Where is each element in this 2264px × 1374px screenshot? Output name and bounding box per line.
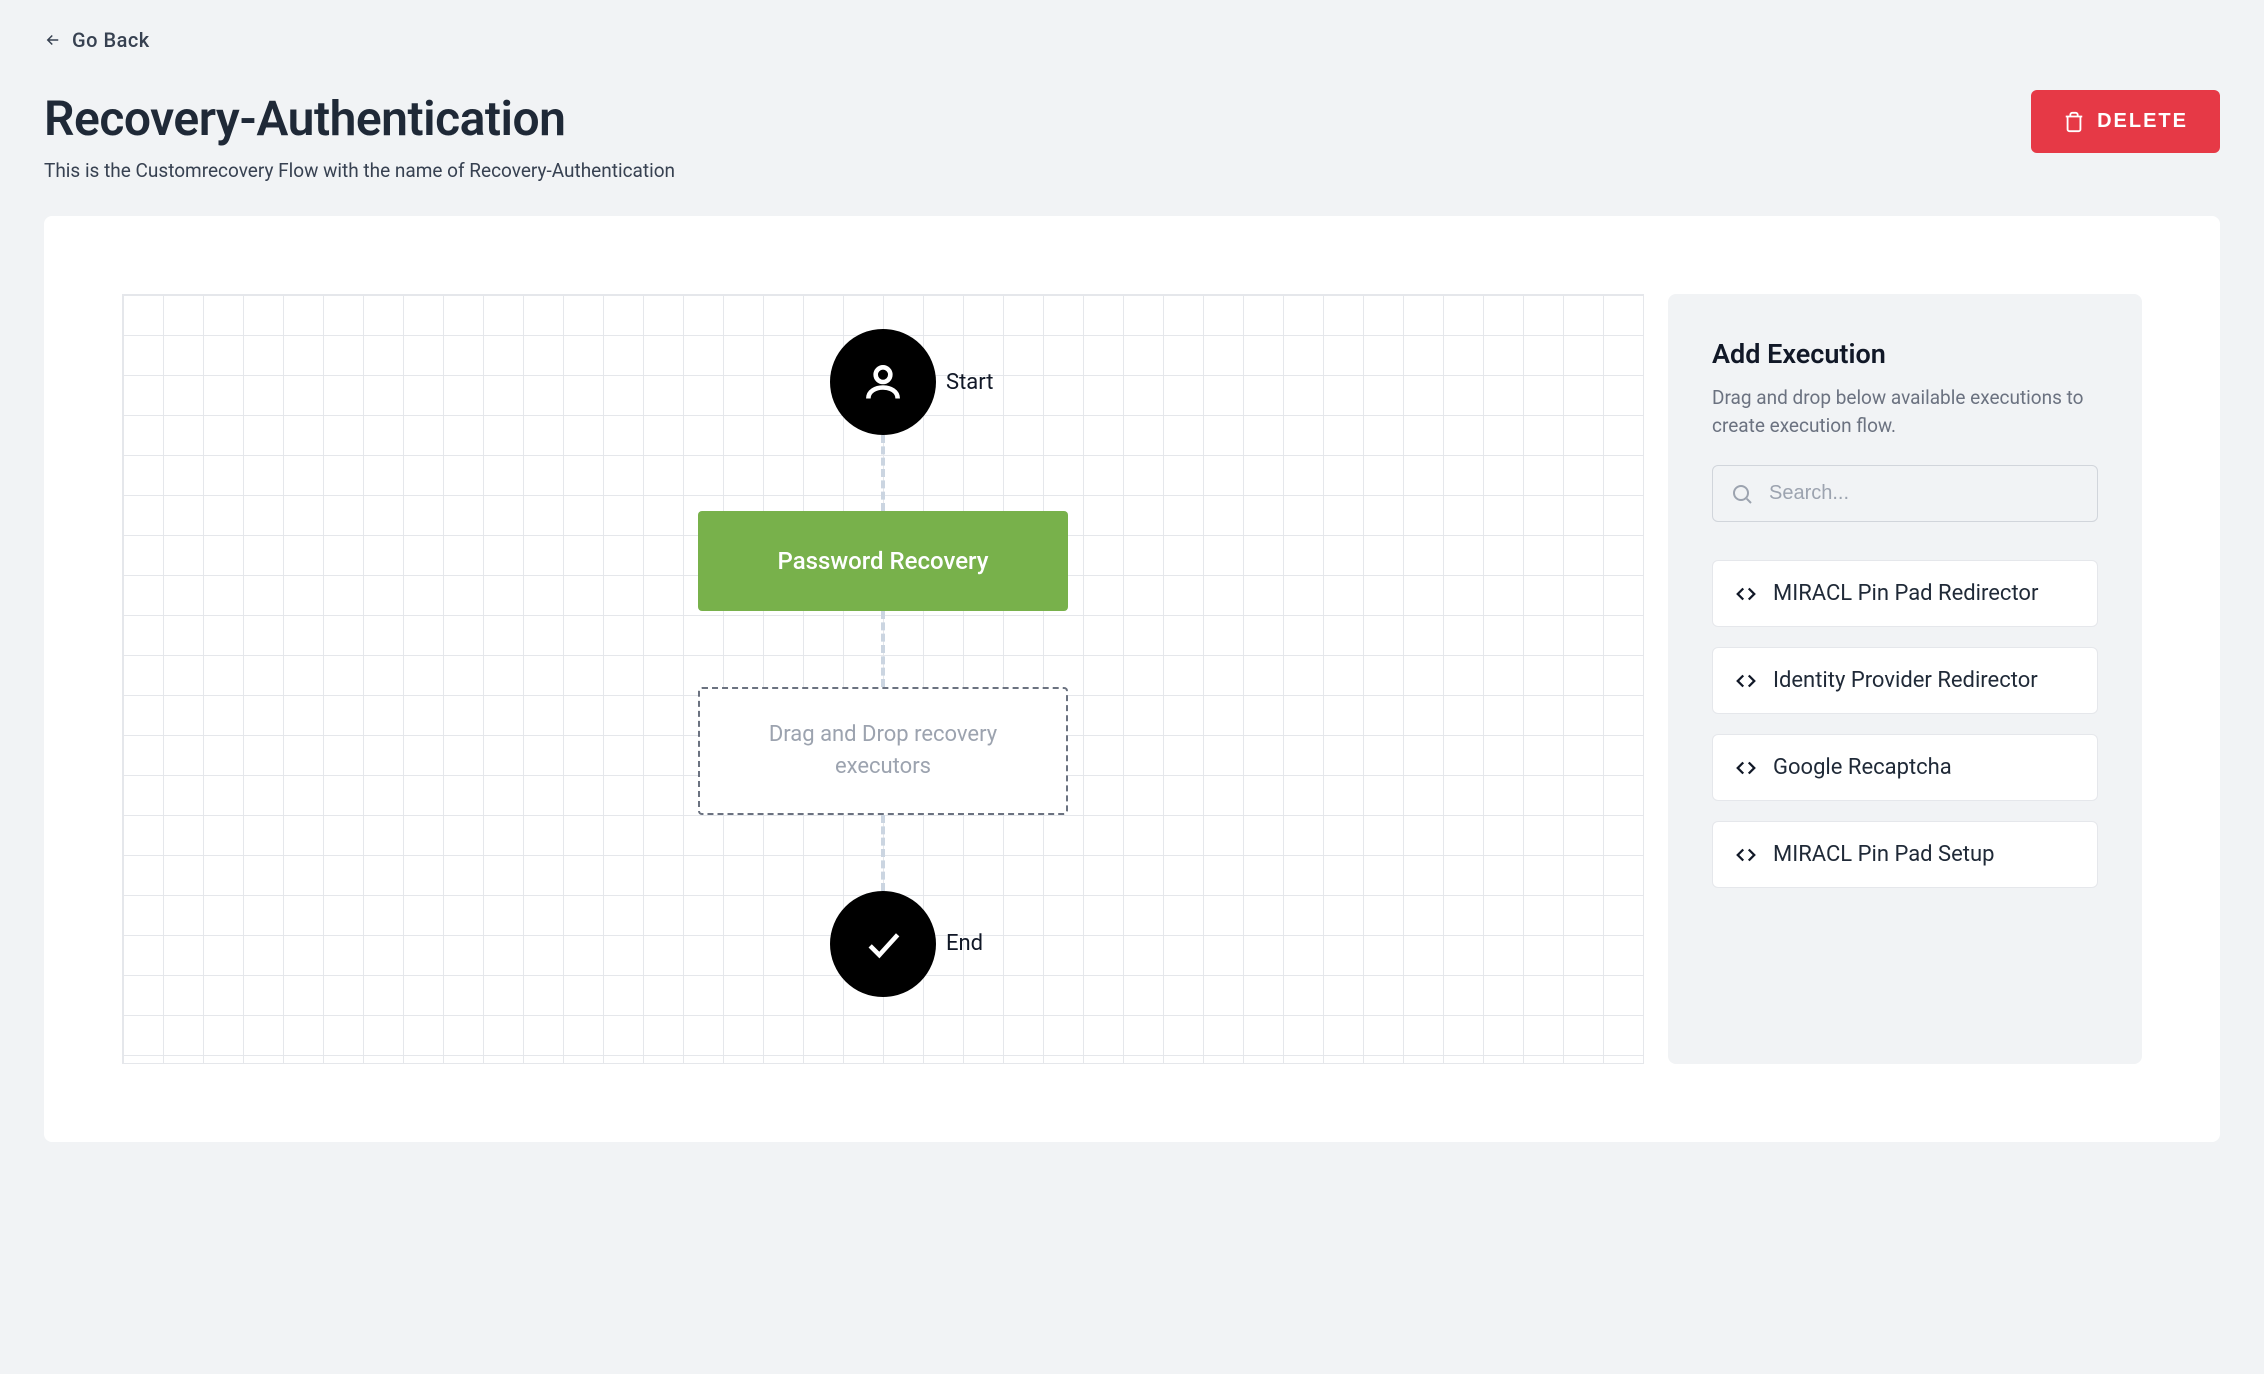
code-icon [1735, 844, 1757, 866]
execution-sidebar: Add Execution Drag and drop below availa… [1668, 294, 2142, 1064]
end-node[interactable]: End [830, 891, 936, 997]
start-node-label: Start [946, 370, 993, 395]
flow-connector [881, 611, 885, 687]
code-icon [1735, 670, 1757, 692]
search-icon [1730, 482, 1754, 506]
execution-item-label: Identity Provider Redirector [1773, 668, 2038, 693]
flow-connector [881, 435, 885, 511]
flow-canvas[interactable]: Start Password Recovery Drag and Drop re… [122, 294, 1644, 1064]
arrow-left-icon [44, 31, 62, 49]
flow-connector [881, 815, 885, 891]
go-back-link[interactable]: Go Back [44, 28, 150, 52]
end-node-label: End [946, 931, 983, 956]
check-icon [861, 922, 905, 966]
sidebar-description: Drag and drop below available executions… [1712, 384, 2098, 439]
go-back-label: Go Back [72, 28, 150, 52]
execution-item-label: MIRACL Pin Pad Setup [1773, 842, 1994, 867]
execution-item[interactable]: Identity Provider Redirector [1712, 647, 2098, 714]
delete-button-label: DELETE [2097, 110, 2188, 133]
sidebar-title: Add Execution [1712, 338, 2098, 370]
action-node-label: Password Recovery [778, 547, 989, 575]
execution-item[interactable]: MIRACL Pin Pad Redirector [1712, 560, 2098, 627]
execution-item[interactable]: Google Recaptcha [1712, 734, 2098, 801]
start-node[interactable]: Start [830, 329, 936, 435]
search-input[interactable] [1712, 465, 2098, 522]
user-icon [861, 360, 905, 404]
code-icon [1735, 583, 1757, 605]
drop-zone[interactable]: Drag and Drop recovery executors [698, 687, 1068, 815]
drop-zone-label: Drag and Drop recovery executors [769, 722, 997, 779]
page-subtitle: This is the Customrecovery Flow with the… [44, 159, 675, 182]
execution-item-label: MIRACL Pin Pad Redirector [1773, 581, 2038, 606]
execution-item[interactable]: MIRACL Pin Pad Setup [1712, 821, 2098, 888]
delete-button[interactable]: DELETE [2031, 90, 2220, 153]
action-node[interactable]: Password Recovery [698, 511, 1068, 611]
trash-icon [2063, 111, 2085, 133]
execution-item-label: Google Recaptcha [1773, 755, 1952, 780]
page-title: Recovery-Authentication [44, 90, 675, 147]
code-icon [1735, 757, 1757, 779]
